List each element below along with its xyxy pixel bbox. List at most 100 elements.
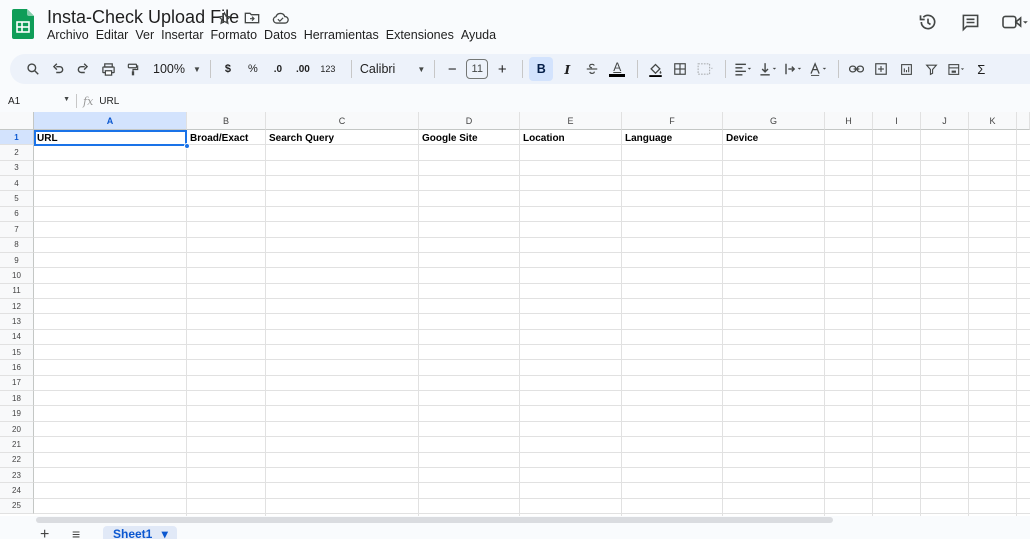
text-rotation-icon[interactable] — [807, 57, 829, 81]
strikethrough-icon[interactable] — [581, 57, 603, 81]
row-header-13[interactable]: 13 — [0, 314, 34, 330]
horizontal-align-icon[interactable] — [732, 57, 754, 81]
row-header-20[interactable]: 20 — [0, 421, 34, 438]
star-icon[interactable] — [215, 9, 233, 27]
font-size-input[interactable]: 11 — [466, 57, 489, 81]
row-header-12[interactable]: 12 — [0, 298, 34, 315]
row-header-22[interactable]: 22 — [0, 452, 34, 468]
bold-button[interactable]: B — [529, 57, 554, 81]
sheets-logo-icon[interactable] — [12, 9, 34, 39]
menu-formato[interactable]: Formato — [211, 28, 263, 42]
fill-handle[interactable] — [184, 143, 190, 149]
filter-icon[interactable] — [920, 57, 942, 81]
column-header-d[interactable]: D — [419, 112, 520, 130]
row-header-11[interactable]: 11 — [0, 283, 34, 299]
row-header-6[interactable]: 6 — [0, 206, 34, 223]
cell-g1[interactable]: Device — [723, 131, 824, 146]
number-format-button[interactable]: 123 — [317, 57, 339, 81]
row-header-1[interactable]: 1 — [0, 130, 34, 146]
cell-b1[interactable]: Broad/Exact — [187, 131, 265, 146]
functions-button[interactable]: Σ — [970, 57, 992, 81]
paint-format-icon[interactable] — [122, 57, 144, 81]
row-header-25[interactable]: 25 — [0, 498, 34, 514]
menu-extensiones[interactable]: Extensiones — [386, 28, 459, 42]
menu-editar[interactable]: Editar — [96, 28, 134, 42]
meet-video-icon[interactable] — [1000, 10, 1030, 34]
horizontal-scrollbar[interactable] — [36, 517, 833, 523]
document-title[interactable]: Insta-Check Upload File — [47, 7, 239, 28]
version-history-icon[interactable] — [916, 10, 940, 34]
sheet-tab-active[interactable]: Sheet1 ▾ — [103, 526, 177, 539]
menu-archivo[interactable]: Archivo — [47, 28, 94, 42]
menu-ver[interactable]: Ver — [135, 28, 159, 42]
column-header-k[interactable]: K — [969, 112, 1017, 130]
vertical-align-icon[interactable] — [757, 57, 779, 81]
column-header-e[interactable]: E — [520, 112, 622, 130]
add-sheet-button[interactable]: + — [40, 527, 49, 539]
insert-chart-icon[interactable] — [895, 57, 917, 81]
move-folder-icon[interactable] — [243, 9, 261, 27]
column-header-h[interactable]: H — [825, 112, 873, 130]
row-header-17[interactable]: 17 — [0, 375, 34, 392]
cloud-saved-icon[interactable] — [271, 9, 289, 27]
column-header-j[interactable]: J — [921, 112, 969, 130]
cell-e1[interactable]: Location — [520, 131, 621, 146]
menu-herramientas[interactable]: Herramientas — [304, 28, 384, 42]
cell-f1[interactable]: Language — [622, 131, 722, 146]
decrease-font-size-button[interactable]: − — [441, 57, 463, 81]
fill-color-icon[interactable] — [644, 57, 666, 81]
print-icon[interactable] — [97, 57, 119, 81]
insert-link-icon[interactable] — [845, 57, 867, 81]
column-header-c[interactable]: C — [266, 112, 419, 130]
row-header-5[interactable]: 5 — [0, 191, 34, 207]
font-family-select[interactable]: Calibri ▼ — [360, 57, 425, 81]
column-header-b[interactable]: B — [187, 112, 266, 130]
borders-icon[interactable] — [669, 57, 691, 81]
insert-comment-icon[interactable] — [870, 57, 892, 81]
name-box[interactable]: A1 ▼ — [0, 96, 76, 107]
filter-views-icon[interactable] — [945, 57, 967, 81]
row-header-7[interactable]: 7 — [0, 222, 34, 238]
increase-decimals-button[interactable]: .00 — [292, 57, 314, 81]
row-header-19[interactable]: 19 — [0, 406, 34, 422]
currency-format-button[interactable]: $ — [217, 57, 239, 81]
row-header-14[interactable]: 14 — [0, 329, 34, 346]
decrease-decimals-button[interactable]: .0 — [267, 57, 289, 81]
menu-datos[interactable]: Datos — [264, 28, 302, 42]
column-header-g[interactable]: G — [723, 112, 825, 130]
increase-font-size-button[interactable]: + — [491, 57, 513, 81]
italic-button[interactable]: I — [556, 57, 578, 81]
row-header-18[interactable]: 18 — [0, 391, 34, 407]
row-header-15[interactable]: 15 — [0, 345, 34, 361]
comments-icon[interactable] — [958, 10, 982, 34]
menu-insertar[interactable]: Insertar — [161, 28, 208, 42]
row-header-10[interactable]: 10 — [0, 268, 34, 284]
percent-format-button[interactable]: % — [242, 57, 264, 81]
row-header-21[interactable]: 21 — [0, 437, 34, 453]
row-header-16[interactable]: 16 — [0, 360, 34, 376]
search-menus-icon[interactable] — [22, 57, 44, 81]
column-header-i[interactable]: I — [873, 112, 921, 130]
cell-d1[interactable]: Google Site — [419, 131, 519, 146]
text-wrapping-icon[interactable] — [782, 57, 804, 81]
row-header-2[interactable]: 2 — [0, 145, 34, 161]
menu-ayuda[interactable]: Ayuda — [461, 28, 501, 42]
redo-icon[interactable] — [72, 57, 94, 81]
column-header-a[interactable]: A — [34, 112, 187, 130]
row-header-24[interactable]: 24 — [0, 483, 34, 499]
text-color-button[interactable]: A — [606, 57, 628, 81]
cell-c1[interactable]: Search Query — [266, 131, 418, 146]
row-header-4[interactable]: 4 — [0, 176, 34, 192]
select-all-corner[interactable] — [0, 112, 34, 130]
column-header-f[interactable]: F — [622, 112, 723, 130]
all-sheets-button[interactable]: ≡ — [72, 527, 80, 539]
formula-input[interactable]: URL — [99, 96, 119, 107]
undo-icon[interactable] — [47, 57, 69, 81]
spreadsheet-grid[interactable]: A B C D E F G H I J K 1 2 3 4 5 6 7 8 9 10 11 12 13 14 15 16 17 18 19… — [0, 112, 1030, 516]
row-header-9[interactable]: 9 — [0, 252, 34, 269]
row-header-23[interactable]: 23 — [0, 467, 34, 484]
row-header-3[interactable]: 3 — [0, 160, 34, 177]
merge-cells-icon[interactable] — [694, 57, 716, 81]
zoom-select[interactable]: 100% ▼ — [153, 57, 201, 81]
row-header-8[interactable]: 8 — [0, 237, 34, 253]
